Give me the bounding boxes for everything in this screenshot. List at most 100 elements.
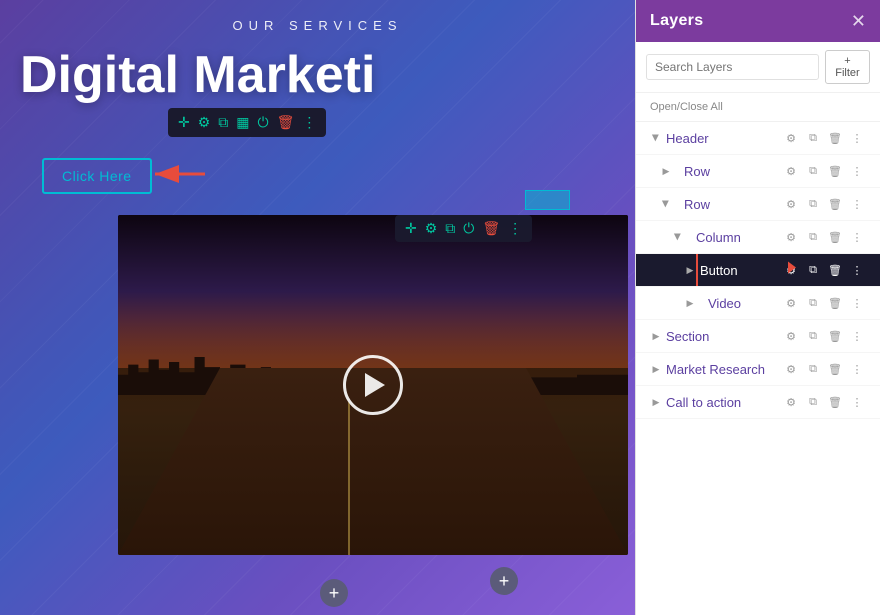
- layer-name: Button: [700, 263, 782, 278]
- main-canvas: OUR SERVICES Digital Marketi ✛ ⚙ ⧉ ▦ ⏻ 🗑…: [0, 0, 635, 615]
- active-indicator: [696, 254, 698, 286]
- more-icon[interactable]: ⋮: [848, 360, 866, 378]
- vt-delete-icon[interactable]: 🗑: [482, 220, 500, 237]
- more-icon[interactable]: ⋮: [302, 114, 316, 131]
- layer-actions: ⚙ ⧉ 🗑 ⋮: [782, 195, 866, 213]
- power-icon[interactable]: ⏻: [258, 114, 269, 131]
- layer-name: Column: [688, 230, 782, 245]
- layer-item-market-research[interactable]: ▶ Market Research ⚙ ⧉ 🗑 ⋮: [636, 353, 880, 386]
- click-here-button[interactable]: Click Here: [42, 158, 152, 194]
- layer-actions: ⚙ ⧉ 🗑 ⋮: [782, 360, 866, 378]
- video-toolbar: ✛ ⚙ ⧉ ⏻ 🗑 ⋮: [395, 215, 532, 242]
- delete-icon[interactable]: 🗑: [826, 294, 844, 312]
- chevron-right-icon: ▶: [650, 330, 662, 342]
- delete-icon[interactable]: 🗑: [826, 360, 844, 378]
- teal-highlight: [525, 190, 570, 210]
- more-icon[interactable]: ⋮: [848, 327, 866, 345]
- layer-actions: ⚙ ⧉ 🗑 ⋮: [782, 294, 866, 312]
- layer-name: Market Research: [666, 362, 782, 377]
- chevron-right-icon: ▶: [684, 264, 696, 276]
- layer-name: Section: [666, 329, 782, 344]
- vt-settings-icon[interactable]: ⚙: [425, 220, 438, 237]
- duplicate-icon[interactable]: ⧉: [804, 162, 822, 180]
- delete-icon[interactable]: 🗑: [826, 393, 844, 411]
- delete-icon[interactable]: 🗑: [826, 261, 844, 279]
- more-icon[interactable]: ⋮: [848, 129, 866, 147]
- move-icon[interactable]: ✛: [178, 114, 190, 131]
- delete-icon[interactable]: 🗑: [826, 129, 844, 147]
- layer-actions: ⚙ ⧉ 🗑 ⋮: [782, 393, 866, 411]
- more-icon[interactable]: ⋮: [848, 162, 866, 180]
- layer-item-row1[interactable]: ▶ Row ⚙ ⧉ 🗑 ⋮: [636, 155, 880, 188]
- layer-actions: ⚙ ⧉ 🗑 ⋮: [782, 228, 866, 246]
- duplicate-icon[interactable]: ⧉: [804, 129, 822, 147]
- more-icon[interactable]: ⋮: [848, 228, 866, 246]
- layer-item-header[interactable]: ▶ Header ⚙ ⧉ 🗑 ⋮: [636, 122, 880, 155]
- delete-icon[interactable]: 🗑: [277, 114, 295, 131]
- settings-icon[interactable]: ⚙: [782, 294, 800, 312]
- add-row-button[interactable]: +: [320, 579, 348, 607]
- duplicate-icon[interactable]: ⧉: [804, 228, 822, 246]
- layer-item-row2[interactable]: ▶ Row ⚙ ⧉ 🗑 ⋮: [636, 188, 880, 221]
- duplicate-icon[interactable]: ⧉: [804, 360, 822, 378]
- delete-icon[interactable]: 🗑: [826, 327, 844, 345]
- layer-item-column[interactable]: ▶ Column ⚙ ⧉ 🗑 ⋮: [636, 221, 880, 254]
- services-label: OUR SERVICES: [232, 18, 402, 33]
- duplicate-icon[interactable]: ⧉: [804, 261, 822, 279]
- layer-name: Call to action: [666, 395, 782, 410]
- layers-header: Layers ✕: [636, 0, 880, 42]
- more-icon[interactable]: ⋮: [848, 294, 866, 312]
- play-triangle: [365, 373, 385, 397]
- settings-icon[interactable]: ⚙: [782, 129, 800, 147]
- layer-item-button[interactable]: ▶ Button ⚙ ⧉ 🗑 ⋮: [636, 254, 880, 287]
- layers-panel: Layers ✕ + Filter Open/Close All ▶ Heade…: [635, 0, 880, 615]
- chevron-right-icon: ▶: [684, 297, 696, 309]
- layer-name: Row: [676, 197, 782, 212]
- duplicate-icon[interactable]: ⧉: [804, 195, 822, 213]
- settings-icon[interactable]: ⚙: [782, 195, 800, 213]
- add-element-button[interactable]: +: [490, 567, 518, 595]
- duplicate-icon[interactable]: ⧉: [804, 327, 822, 345]
- vt-more-icon[interactable]: ⋮: [508, 220, 522, 237]
- duplicate-icon[interactable]: ⧉: [218, 114, 228, 131]
- filter-button[interactable]: + Filter: [825, 50, 870, 84]
- play-button[interactable]: [343, 355, 403, 415]
- settings-icon[interactable]: ⚙: [782, 393, 800, 411]
- duplicate-icon[interactable]: ⧉: [804, 294, 822, 312]
- more-icon[interactable]: ⋮: [848, 261, 866, 279]
- delete-icon[interactable]: 🗑: [826, 195, 844, 213]
- layer-item-section[interactable]: ▶ Section ⚙ ⧉ 🗑 ⋮: [636, 320, 880, 353]
- chevron-down-icon: ▶: [650, 132, 662, 144]
- layer-name: Video: [700, 296, 782, 311]
- layers-title: Layers: [650, 12, 703, 30]
- settings-icon[interactable]: ⚙: [782, 162, 800, 180]
- search-input[interactable]: [646, 54, 819, 80]
- more-icon[interactable]: ⋮: [848, 393, 866, 411]
- delete-icon[interactable]: 🗑: [826, 228, 844, 246]
- page-heading: Digital Marketi: [20, 45, 375, 105]
- layer-item-call-to-action[interactable]: ▶ Call to action ⚙ ⧉ 🗑 ⋮: [636, 386, 880, 419]
- settings-icon[interactable]: ⚙: [782, 228, 800, 246]
- vt-move-icon[interactable]: ✛: [405, 220, 417, 237]
- layer-name: Row: [676, 164, 782, 179]
- open-close-all[interactable]: Open/Close All: [636, 93, 880, 122]
- grid-icon[interactable]: ▦: [236, 114, 249, 131]
- settings-icon[interactable]: ⚙: [782, 360, 800, 378]
- settings-icon[interactable]: ⚙: [198, 114, 211, 131]
- vt-power-icon[interactable]: ⏻: [463, 220, 474, 237]
- element-toolbar: ✛ ⚙ ⧉ ▦ ⏻ 🗑 ⋮: [168, 108, 326, 137]
- layer-actions: ⚙ ⧉ 🗑 ⋮: [782, 327, 866, 345]
- layers-close-button[interactable]: ✕: [851, 12, 866, 30]
- duplicate-icon[interactable]: ⧉: [804, 393, 822, 411]
- layer-actions: ⚙ ⧉ 🗑 ⋮: [782, 162, 866, 180]
- vt-duplicate-icon[interactable]: ⧉: [445, 220, 455, 237]
- settings-icon[interactable]: ⚙: [782, 327, 800, 345]
- road-line: [348, 402, 350, 555]
- video-background: [118, 215, 628, 555]
- layer-item-video[interactable]: ▶ Video ⚙ ⧉ 🗑 ⋮: [636, 287, 880, 320]
- video-area: [118, 215, 628, 555]
- layers-list: ▶ Header ⚙ ⧉ 🗑 ⋮ ▶ Row ⚙ ⧉ 🗑 ⋮ ▶ Row: [636, 122, 880, 615]
- delete-icon[interactable]: 🗑: [826, 162, 844, 180]
- chevron-right-icon: ▶: [660, 165, 672, 177]
- more-icon[interactable]: ⋮: [848, 195, 866, 213]
